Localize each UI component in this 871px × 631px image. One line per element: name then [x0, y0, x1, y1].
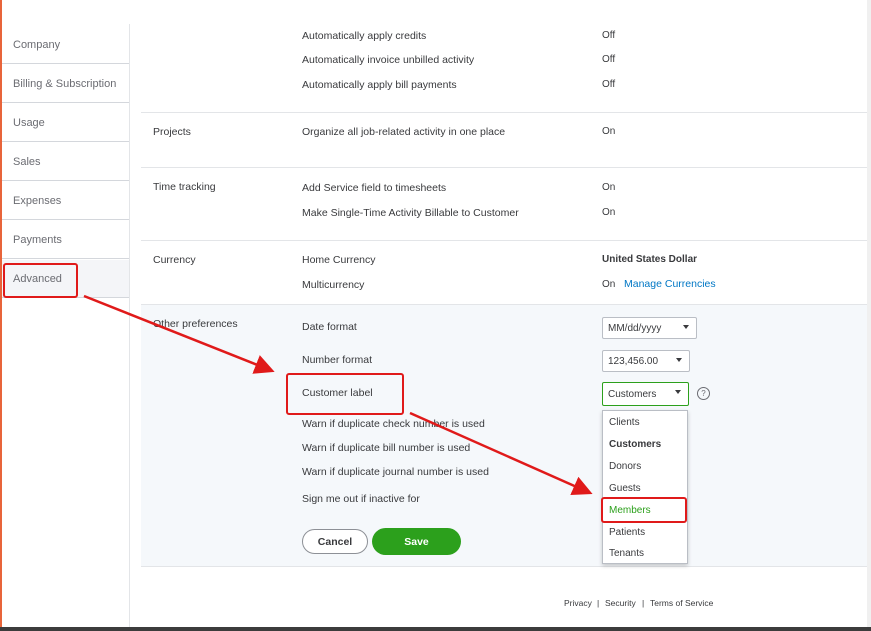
- annotation-arrow: [409, 411, 593, 496]
- annotation-arrows: [83, 294, 593, 496]
- bottom-edge: [0, 627, 871, 631]
- annotation-arrow: [83, 294, 275, 374]
